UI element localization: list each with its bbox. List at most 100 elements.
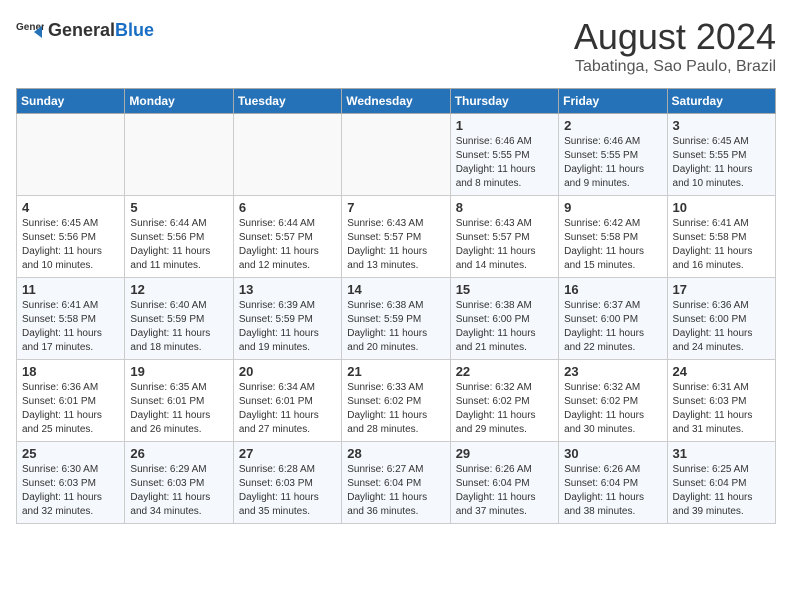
calendar-header-row: SundayMondayTuesdayWednesdayThursdayFrid…	[17, 89, 776, 114]
day-number: 1	[456, 118, 553, 133]
calendar-cell: 12 Sunrise: 6:40 AM Sunset: 5:59 PM Dayli…	[125, 278, 233, 360]
day-number: 18	[22, 364, 119, 379]
calendar-cell	[125, 114, 233, 196]
cell-info: Sunrise: 6:38 AM Sunset: 6:00 PM Dayligh…	[456, 299, 553, 355]
day-number: 21	[347, 364, 444, 379]
cell-info: Sunrise: 6:40 AM Sunset: 5:59 PM Dayligh…	[130, 299, 227, 355]
day-header-thursday: Thursday	[450, 89, 558, 114]
cell-info: Sunrise: 6:25 AM Sunset: 6:04 PM Dayligh…	[673, 463, 770, 519]
calendar-cell	[342, 114, 450, 196]
cell-info: Sunrise: 6:42 AM Sunset: 5:58 PM Dayligh…	[564, 217, 661, 273]
calendar-cell: 16 Sunrise: 6:37 AM Sunset: 6:00 PM Dayli…	[559, 278, 667, 360]
day-number: 3	[673, 118, 770, 133]
logo-blue-text: Blue	[115, 20, 154, 40]
calendar-cell: 7 Sunrise: 6:43 AM Sunset: 5:57 PM Daylig…	[342, 196, 450, 278]
calendar-cell: 1 Sunrise: 6:46 AM Sunset: 5:55 PM Daylig…	[450, 114, 558, 196]
title-area: August 2024 Tabatinga, Sao Paulo, Brazil	[574, 16, 776, 76]
header: General GeneralBlue August 2024 Tabating…	[16, 16, 776, 76]
cell-info: Sunrise: 6:44 AM Sunset: 5:56 PM Dayligh…	[130, 217, 227, 273]
calendar-body: 1 Sunrise: 6:46 AM Sunset: 5:55 PM Daylig…	[17, 114, 776, 524]
cell-info: Sunrise: 6:39 AM Sunset: 5:59 PM Dayligh…	[239, 299, 336, 355]
day-number: 20	[239, 364, 336, 379]
day-number: 5	[130, 200, 227, 215]
calendar-cell: 15 Sunrise: 6:38 AM Sunset: 6:00 PM Dayli…	[450, 278, 558, 360]
day-number: 22	[456, 364, 553, 379]
day-header-saturday: Saturday	[667, 89, 775, 114]
calendar-cell: 13 Sunrise: 6:39 AM Sunset: 5:59 PM Dayli…	[233, 278, 341, 360]
calendar-week-row: 25Sunrise: 6:30 AM Sunset: 6:03 PM Dayli…	[17, 442, 776, 524]
calendar-week-row: 18Sunrise: 6:36 AM Sunset: 6:01 PM Dayli…	[17, 360, 776, 442]
day-number: 24	[673, 364, 770, 379]
day-number: 2	[564, 118, 661, 133]
day-number: 12	[130, 282, 227, 297]
calendar-cell: 20 Sunrise: 6:34 AM Sunset: 6:01 PM Dayli…	[233, 360, 341, 442]
calendar-cell: 24Sunrise: 6:31 AM Sunset: 6:03 PM Dayli…	[667, 360, 775, 442]
cell-info: Sunrise: 6:46 AM Sunset: 5:55 PM Dayligh…	[564, 135, 661, 191]
day-number: 8	[456, 200, 553, 215]
calendar-cell: 3 Sunrise: 6:45 AM Sunset: 5:55 PM Daylig…	[667, 114, 775, 196]
day-number: 19	[130, 364, 227, 379]
day-header-monday: Monday	[125, 89, 233, 114]
calendar-cell: 30 Sunrise: 6:26 AM Sunset: 6:04 PM Dayli…	[559, 442, 667, 524]
cell-info: Sunrise: 6:33 AM Sunset: 6:02 PM Dayligh…	[347, 381, 444, 437]
calendar-cell: 29 Sunrise: 6:26 AM Sunset: 6:04 PM Dayli…	[450, 442, 558, 524]
cell-info: Sunrise: 6:37 AM Sunset: 6:00 PM Dayligh…	[564, 299, 661, 355]
calendar-cell: 11 Sunrise: 6:41 AM Sunset: 5:58 PM Dayli…	[17, 278, 125, 360]
calendar-cell: 26 Sunrise: 6:29 AM Sunset: 6:03 PM Dayli…	[125, 442, 233, 524]
day-number: 15	[456, 282, 553, 297]
day-number: 14	[347, 282, 444, 297]
cell-info: Sunrise: 6:27 AM Sunset: 6:04 PM Dayligh…	[347, 463, 444, 519]
calendar-cell: 25Sunrise: 6:30 AM Sunset: 6:03 PM Dayli…	[17, 442, 125, 524]
day-number: 26	[130, 446, 227, 461]
cell-info: Sunrise: 6:26 AM Sunset: 6:04 PM Dayligh…	[564, 463, 661, 519]
calendar-week-row: 11 Sunrise: 6:41 AM Sunset: 5:58 PM Dayli…	[17, 278, 776, 360]
day-number: 11	[22, 282, 119, 297]
cell-info: Sunrise: 6:45 AM Sunset: 5:56 PM Dayligh…	[22, 217, 119, 273]
calendar-cell: 27Sunrise: 6:28 AM Sunset: 6:03 PM Dayli…	[233, 442, 341, 524]
day-number: 31	[673, 446, 770, 461]
cell-info: Sunrise: 6:34 AM Sunset: 6:01 PM Dayligh…	[239, 381, 336, 437]
day-number: 27	[239, 446, 336, 461]
day-number: 29	[456, 446, 553, 461]
calendar-cell: 2 Sunrise: 6:46 AM Sunset: 5:55 PM Daylig…	[559, 114, 667, 196]
day-number: 30	[564, 446, 661, 461]
calendar-cell: 17Sunrise: 6:36 AM Sunset: 6:00 PM Dayli…	[667, 278, 775, 360]
calendar-cell: 9 Sunrise: 6:42 AM Sunset: 5:58 PM Daylig…	[559, 196, 667, 278]
calendar-week-row: 1 Sunrise: 6:46 AM Sunset: 5:55 PM Daylig…	[17, 114, 776, 196]
calendar-cell	[17, 114, 125, 196]
cell-info: Sunrise: 6:45 AM Sunset: 5:55 PM Dayligh…	[673, 135, 770, 191]
cell-info: Sunrise: 6:26 AM Sunset: 6:04 PM Dayligh…	[456, 463, 553, 519]
logo-general-text: General	[48, 20, 115, 40]
calendar-cell: 10Sunrise: 6:41 AM Sunset: 5:58 PM Dayli…	[667, 196, 775, 278]
logo-icon: General	[16, 16, 44, 44]
cell-info: Sunrise: 6:43 AM Sunset: 5:57 PM Dayligh…	[456, 217, 553, 273]
cell-info: Sunrise: 6:38 AM Sunset: 5:59 PM Dayligh…	[347, 299, 444, 355]
day-number: 13	[239, 282, 336, 297]
cell-info: Sunrise: 6:30 AM Sunset: 6:03 PM Dayligh…	[22, 463, 119, 519]
calendar-cell: 31 Sunrise: 6:25 AM Sunset: 6:04 PM Dayli…	[667, 442, 775, 524]
day-number: 16	[564, 282, 661, 297]
calendar-cell: 18Sunrise: 6:36 AM Sunset: 6:01 PM Dayli…	[17, 360, 125, 442]
calendar-cell: 5 Sunrise: 6:44 AM Sunset: 5:56 PM Daylig…	[125, 196, 233, 278]
day-header-tuesday: Tuesday	[233, 89, 341, 114]
calendar-cell: 22Sunrise: 6:32 AM Sunset: 6:02 PM Dayli…	[450, 360, 558, 442]
day-number: 9	[564, 200, 661, 215]
calendar-cell: 23Sunrise: 6:32 AM Sunset: 6:02 PM Dayli…	[559, 360, 667, 442]
calendar-cell: 21 Sunrise: 6:33 AM Sunset: 6:02 PM Dayli…	[342, 360, 450, 442]
cell-info: Sunrise: 6:46 AM Sunset: 5:55 PM Dayligh…	[456, 135, 553, 191]
calendar-cell: 28Sunrise: 6:27 AM Sunset: 6:04 PM Dayli…	[342, 442, 450, 524]
calendar-table: SundayMondayTuesdayWednesdayThursdayFrid…	[16, 88, 776, 524]
location-subtitle: Tabatinga, Sao Paulo, Brazil	[574, 58, 776, 76]
day-number: 17	[673, 282, 770, 297]
day-header-wednesday: Wednesday	[342, 89, 450, 114]
calendar-cell	[233, 114, 341, 196]
cell-info: Sunrise: 6:41 AM Sunset: 5:58 PM Dayligh…	[22, 299, 119, 355]
calendar-cell: 14 Sunrise: 6:38 AM Sunset: 5:59 PM Dayli…	[342, 278, 450, 360]
month-year-title: August 2024	[574, 16, 776, 58]
day-number: 7	[347, 200, 444, 215]
cell-info: Sunrise: 6:43 AM Sunset: 5:57 PM Dayligh…	[347, 217, 444, 273]
logo: General GeneralBlue	[16, 16, 154, 44]
calendar-cell: 19Sunrise: 6:35 AM Sunset: 6:01 PM Dayli…	[125, 360, 233, 442]
calendar-cell: 4Sunrise: 6:45 AM Sunset: 5:56 PM Daylig…	[17, 196, 125, 278]
cell-info: Sunrise: 6:29 AM Sunset: 6:03 PM Dayligh…	[130, 463, 227, 519]
